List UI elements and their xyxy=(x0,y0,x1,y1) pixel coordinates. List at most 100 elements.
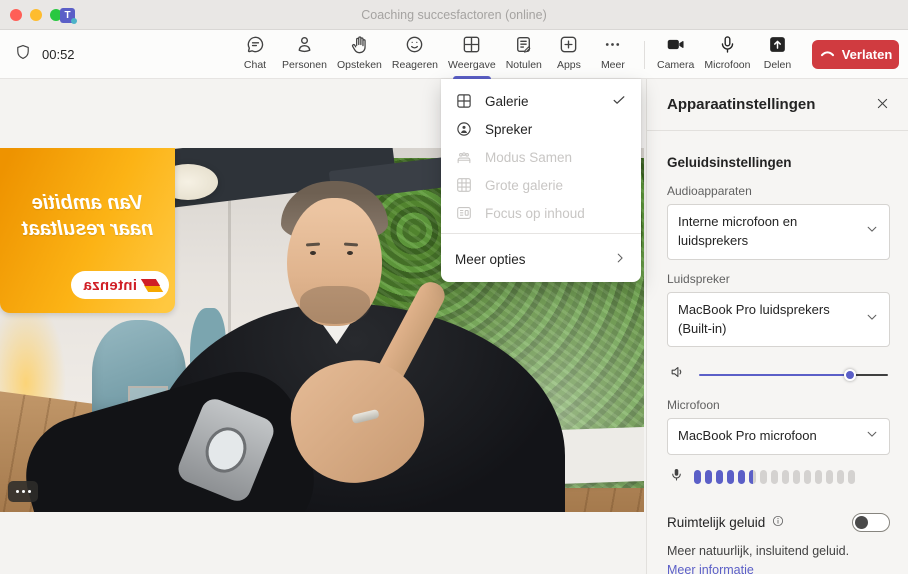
mic-level-bar xyxy=(760,470,767,484)
share-screen-icon xyxy=(767,34,788,58)
microphone-icon xyxy=(717,34,738,58)
teams-meeting-window: T Coaching succesfactoren (online) 00:52… xyxy=(0,0,908,574)
together-mode-icon xyxy=(455,148,473,166)
sound-settings-title: Geluidsinstellingen xyxy=(667,155,890,170)
menu-divider xyxy=(441,233,641,234)
volume-slider-fill xyxy=(699,374,850,377)
mic-level-bar xyxy=(749,470,756,484)
banner-slogan: Van ambitie naar resultaat xyxy=(0,190,175,242)
microphone-select[interactable]: MacBook Pro microfoon xyxy=(667,418,890,455)
mic-level-bar xyxy=(694,470,701,484)
toolbar-nav: Chat Personen Opsteken Reageren Weergave… xyxy=(233,30,635,79)
close-icon xyxy=(875,96,890,114)
focus-content-icon xyxy=(455,204,473,222)
toolbar-divider xyxy=(644,41,645,69)
titlebar: T Coaching succesfactoren (online) xyxy=(0,0,908,30)
info-icon[interactable] xyxy=(771,514,785,531)
react-smiley-icon xyxy=(404,34,425,58)
people-button[interactable]: Personen xyxy=(277,30,332,79)
volume-slider-thumb[interactable] xyxy=(844,369,856,381)
mic-level-bar xyxy=(738,470,745,484)
chat-icon xyxy=(245,34,266,58)
audio-devices-label: Audioapparaten xyxy=(667,184,890,198)
menu-item-together-mode: Modus Samen xyxy=(441,143,641,171)
panel-header: Apparaatinstellingen xyxy=(647,79,908,130)
ellipsis-icon xyxy=(28,490,31,493)
mic-level-bar xyxy=(804,470,811,484)
view-dropdown-menu: Galerie Spreker Modus Samen Grote galeri… xyxy=(441,79,641,282)
toggle-knob xyxy=(855,516,868,529)
gallery-icon xyxy=(455,92,473,110)
panel-title: Apparaatinstellingen xyxy=(667,96,873,113)
mic-level-bar xyxy=(782,470,789,484)
volume-slider[interactable] xyxy=(699,368,888,382)
spatial-audio-label: Ruimtelijk geluid xyxy=(667,515,765,530)
menu-item-speaker[interactable]: Spreker xyxy=(441,115,641,143)
microphone-label: Microfoon xyxy=(667,398,890,412)
intenza-wordmark: intenza xyxy=(83,277,137,294)
tile-overflow-button[interactable] xyxy=(8,481,38,502)
mic-level-icon xyxy=(669,467,684,487)
mic-level-meter xyxy=(694,470,855,484)
device-settings-panel: Apparaatinstellingen Geluidsinstellingen… xyxy=(646,79,908,574)
meeting-timer: 00:52 xyxy=(42,47,75,62)
mic-level-bar xyxy=(727,470,734,484)
intenza-banner: Van ambitie naar resultaat intenza xyxy=(0,148,175,313)
spatial-audio-row: Ruimtelijk geluid xyxy=(667,513,890,532)
speaker-select[interactable]: MacBook Pro luidsprekers (Built-in) xyxy=(667,292,890,348)
banner-mirrored-content: Van ambitie naar resultaat intenza xyxy=(0,148,175,313)
more-dots-icon xyxy=(602,34,623,58)
mic-level-bar xyxy=(826,470,833,484)
menu-item-more-options[interactable]: Meer opties xyxy=(441,240,641,278)
spatial-audio-description: Meer natuurlijk, insluitend geluid. Meer… xyxy=(667,542,877,574)
menu-item-gallery[interactable]: Galerie xyxy=(441,87,641,115)
mic-level-bar xyxy=(793,470,800,484)
microphone-button[interactable]: Microfoon xyxy=(699,30,755,79)
more-button[interactable]: Meer xyxy=(591,30,635,79)
raise-hand-icon xyxy=(349,34,370,58)
audio-devices-select[interactable]: Interne microfoon en luidsprekers xyxy=(667,204,890,260)
notes-icon xyxy=(513,34,534,58)
camera-button[interactable]: Camera xyxy=(652,30,699,79)
chevron-down-icon xyxy=(865,310,879,329)
volume-row xyxy=(669,363,888,386)
more-info-link[interactable]: Meer informatie xyxy=(667,563,754,574)
ellipsis-icon xyxy=(22,490,25,493)
notes-button[interactable]: Notulen xyxy=(501,30,547,79)
camera-icon xyxy=(665,34,686,58)
chat-button[interactable]: Chat xyxy=(233,30,277,79)
mic-level-bar xyxy=(705,470,712,484)
large-gallery-icon xyxy=(455,176,473,194)
intenza-swoosh-icon xyxy=(143,279,161,292)
react-button[interactable]: Reageren xyxy=(387,30,443,79)
view-grid-icon xyxy=(461,34,482,58)
close-panel-button[interactable] xyxy=(873,94,892,116)
view-button[interactable]: Weergave xyxy=(443,30,501,79)
raise-hand-button[interactable]: Opsteken xyxy=(332,30,387,79)
menu-item-large-gallery: Grote galerie xyxy=(441,171,641,199)
mic-level-bar xyxy=(771,470,778,484)
meeting-status: 00:52 xyxy=(14,30,75,79)
hangup-phone-icon xyxy=(819,46,836,63)
chevron-down-icon xyxy=(865,222,879,241)
mic-level-row xyxy=(669,467,888,487)
menu-item-focus-content: Focus op inhoud xyxy=(441,199,641,227)
meeting-toolbar: 00:52 Chat Personen Opsteken Reageren We… xyxy=(0,30,908,79)
window-title: Coaching succesfactoren (online) xyxy=(0,0,908,30)
leave-button[interactable]: Verlaten xyxy=(812,40,899,69)
share-button[interactable]: Delen xyxy=(755,30,799,79)
spatial-audio-toggle[interactable] xyxy=(852,513,890,532)
mic-level-bar xyxy=(837,470,844,484)
mic-level-bar xyxy=(815,470,822,484)
toolbar-devices: Camera Microfoon Delen xyxy=(652,30,799,79)
apps-button[interactable]: Apps xyxy=(547,30,591,79)
volume-icon xyxy=(669,363,687,386)
speaker-view-icon xyxy=(455,120,473,138)
intenza-logo-pill: intenza xyxy=(71,271,169,299)
chevron-right-icon xyxy=(613,251,627,268)
mic-level-bar xyxy=(848,470,855,484)
person-eye xyxy=(310,251,316,255)
people-icon xyxy=(294,34,315,58)
chevron-down-icon xyxy=(865,427,879,446)
apps-plus-icon xyxy=(558,34,579,58)
